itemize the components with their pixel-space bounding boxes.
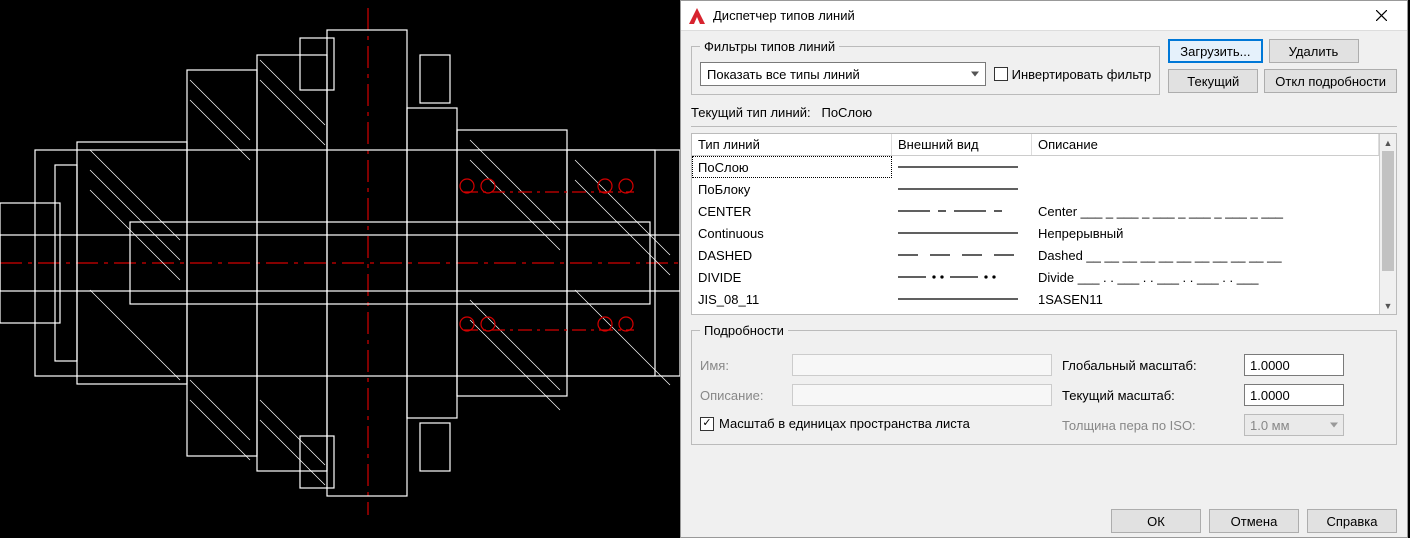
linetype-preview <box>892 156 1032 178</box>
filter-select[interactable]: Показать все типы линий <box>700 62 986 86</box>
help-button[interactable]: Справка <box>1307 509 1397 533</box>
current-linetype-row: Текущий тип линий: ПоСлою <box>691 105 1397 127</box>
checkbox-icon <box>994 67 1008 81</box>
invert-filter-label: Инвертировать фильтр <box>1012 67 1152 82</box>
titlebar: Диспетчер типов линий <box>681 1 1407 31</box>
ok-button[interactable]: ОК <box>1111 509 1201 533</box>
details-name-label: Имя: <box>700 358 780 373</box>
close-button[interactable] <box>1361 2 1401 30</box>
linetype-description <box>1032 178 1379 200</box>
delete-button[interactable]: Удалить <box>1269 39 1359 63</box>
linetype-preview <box>892 178 1032 200</box>
hide-details-button[interactable]: Откл подробности <box>1264 69 1397 93</box>
details-name-input[interactable] <box>792 354 1052 376</box>
details-group-label: Подробности <box>700 323 788 338</box>
current-scale-input[interactable]: 1.0000 <box>1244 384 1344 406</box>
invert-filter-checkbox[interactable]: Инвертировать фильтр <box>994 67 1152 82</box>
details-desc-label: Описание: <box>700 388 780 403</box>
filter-group-label: Фильтры типов линий <box>700 39 839 54</box>
autocad-icon <box>689 8 705 24</box>
scroll-down-icon[interactable]: ▼ <box>1380 297 1396 314</box>
linetype-name: ПоСлою <box>692 156 892 178</box>
current-linetype-value: ПоСлою <box>821 105 872 120</box>
iso-pen-width-select: 1.0 мм <box>1244 414 1344 436</box>
linetype-description: Dashed __ __ __ __ __ __ __ __ __ __ __ <box>1032 244 1379 266</box>
scroll-up-icon[interactable]: ▲ <box>1380 134 1396 151</box>
cad-drawing-canvas <box>0 0 680 538</box>
dialog-footer: ОК Отмена Справка <box>691 499 1397 533</box>
linetype-name: DIVIDE <box>692 266 892 288</box>
current-linetype-label: Текущий тип линий: <box>691 105 811 120</box>
linetype-description: Center ___ _ ___ _ ___ _ ___ _ ___ _ ___ <box>1032 200 1379 222</box>
linetype-description <box>1032 156 1379 178</box>
details-group: Подробности Имя: Описание: ✓ Масштаб в е… <box>691 323 1397 445</box>
linetype-name: DASHED <box>692 244 892 266</box>
table-row[interactable]: ПоБлоку <box>692 178 1379 200</box>
table-vertical-scrollbar[interactable]: ▲ ▼ <box>1379 134 1396 314</box>
table-row[interactable]: CENTER Center ___ _ ___ _ ___ _ ___ _ ___… <box>692 200 1379 222</box>
table-row[interactable]: Continuous Непрерывный <box>692 222 1379 244</box>
linetype-description: Непрерывный <box>1032 222 1379 244</box>
linetype-name: ПоБлоку <box>692 178 892 200</box>
linetype-preview <box>892 222 1032 244</box>
current-scale-label: Текущий масштаб: <box>1062 388 1232 403</box>
cancel-button[interactable]: Отмена <box>1209 509 1299 533</box>
global-scale-input[interactable]: 1.0000 <box>1244 354 1344 376</box>
linetype-manager-dialog: Диспетчер типов линий Фильтры типов лини… <box>680 0 1408 538</box>
table-row[interactable]: DIVIDE Divide ___ . . ___ . . ___ . . ___… <box>692 266 1379 288</box>
column-header-appearance[interactable]: Внешний вид <box>892 134 1032 155</box>
filter-group: Фильтры типов линий Показать все типы ли… <box>691 39 1160 95</box>
dialog-title: Диспетчер типов линий <box>713 8 1361 23</box>
linetype-description: Divide ___ . . ___ . . ___ . . ___ . . _… <box>1032 266 1379 288</box>
linetype-name: CENTER <box>692 200 892 222</box>
table-header: Тип линий Внешний вид Описание <box>692 134 1379 156</box>
filter-select-value: Показать все типы линий <box>707 67 860 82</box>
set-current-button[interactable]: Текущий <box>1168 69 1258 93</box>
linetype-name: JIS_08_11 <box>692 288 892 310</box>
linetype-preview <box>892 244 1032 266</box>
scrollbar-thumb[interactable] <box>1382 151 1394 271</box>
details-desc-input[interactable] <box>792 384 1052 406</box>
checkbox-icon: ✓ <box>700 417 714 431</box>
linetype-preview <box>892 288 1032 310</box>
table-row[interactable]: ПоСлою <box>692 156 1379 178</box>
linetype-name: Continuous <box>692 222 892 244</box>
column-header-description[interactable]: Описание <box>1032 134 1379 155</box>
table-row[interactable]: JIS_08_11 1SASEN11 <box>692 288 1379 310</box>
linetype-preview <box>892 200 1032 222</box>
column-header-name[interactable]: Тип линий <box>692 134 892 155</box>
linetype-preview <box>892 266 1032 288</box>
paperspace-units-label: Масштаб в единицах пространства листа <box>719 416 970 431</box>
linetype-table: Тип линий Внешний вид Описание ПоСлоюПоБ… <box>691 133 1397 315</box>
table-row[interactable]: DASHED Dashed __ __ __ __ __ __ __ __ __ … <box>692 244 1379 266</box>
linetype-description: 1SASEN11 <box>1032 288 1379 310</box>
load-button[interactable]: Загрузить... <box>1168 39 1262 63</box>
global-scale-label: Глобальный масштаб: <box>1062 358 1232 373</box>
iso-pen-width-label: Толщина пера по ISO: <box>1062 418 1232 433</box>
paperspace-units-checkbox[interactable]: ✓ Масштаб в единицах пространства листа <box>700 416 1052 431</box>
